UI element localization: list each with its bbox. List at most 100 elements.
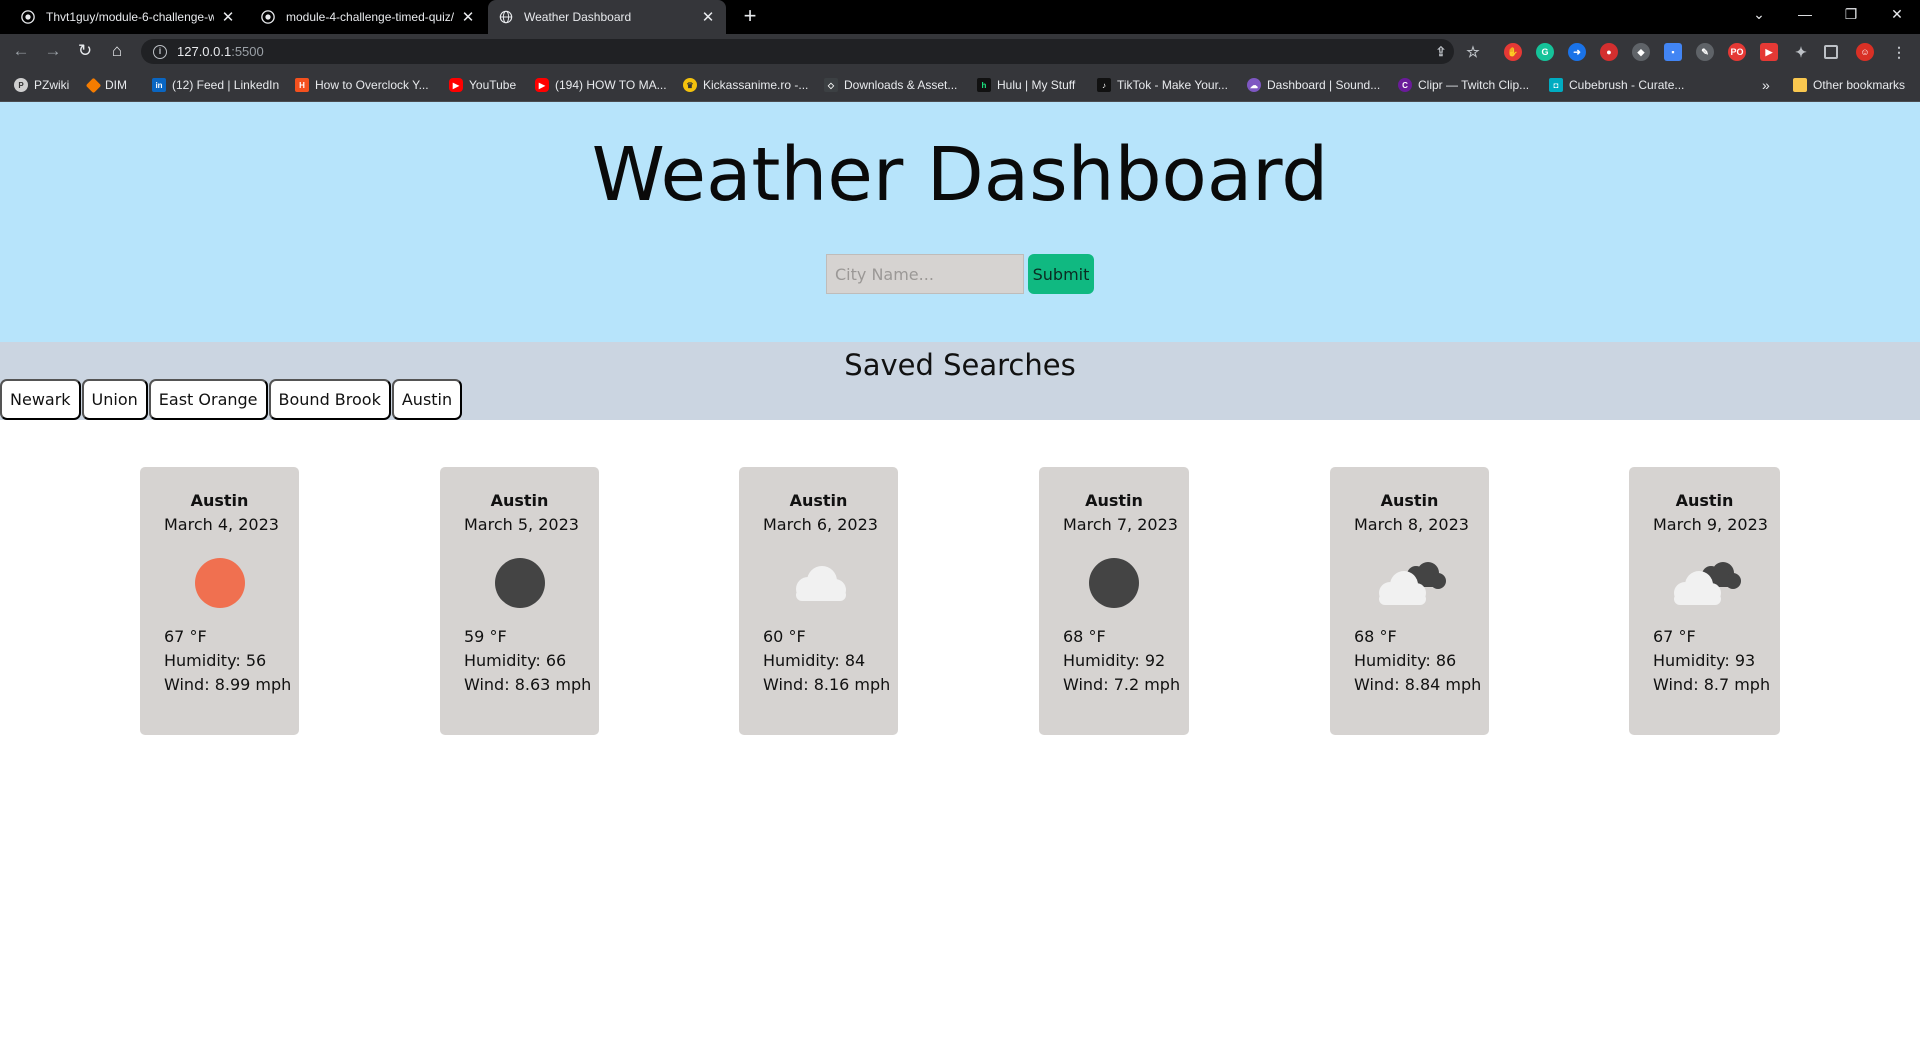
saved-search-button[interactable]: Austin [391,379,463,420]
back-button[interactable]: ← [9,39,33,63]
url-port: :5500 [231,44,264,59]
card-wind: Wind: 8.7 mph [1653,675,1771,694]
card-city: Austin [1675,491,1734,510]
close-icon[interactable]: ✕ [460,8,476,26]
bookmark-dim[interactable]: DIM [85,77,127,93]
profile-avatar[interactable]: ☺ [1856,43,1874,61]
bookmark-label: Clipr — Twitch Clip... [1418,78,1530,92]
site-icon: ◇ [824,78,838,92]
extension-icon[interactable]: ✎ [1696,43,1714,61]
bookmark-overclock[interactable]: H How to Overclock Y... [295,77,429,93]
bookmark-downloads-assets[interactable]: ◇ Downloads & Asset... [824,77,957,93]
bookmark-clipr[interactable]: C Clipr — Twitch Clip... [1398,77,1529,93]
bookmark-linkedin[interactable]: in (12) Feed | LinkedIn [152,77,279,93]
card-temp: 60 °F [763,627,806,646]
tab-title: Thvt1guy/module-6-challenge-w [46,10,214,24]
card-city: Austin [1085,491,1143,510]
tab-strip: Thvt1guy/module-6-challenge-w ✕ module-4… [0,0,1920,34]
bookmark-kickassanime[interactable]: ♛ Kickassanime.ro -... [683,77,808,93]
new-tab-button[interactable]: + [738,5,762,29]
saved-search-button[interactable]: Union [81,379,148,420]
card-temp: 67 °F [164,627,207,646]
site-icon: H [295,78,309,92]
card-temp: 68 °F [1063,627,1106,646]
bookmark-label: Kickassanime.ro -... [703,78,809,92]
extension-icon[interactable]: ▪ [1664,43,1682,61]
card-date: March 6, 2023 [763,515,878,534]
youtube-icon: ▶ [449,78,463,92]
cubebrush-icon: ◘ [1549,78,1563,92]
bookmark-cubebrush[interactable]: ◘ Cubebrush - Curate... [1549,77,1684,93]
bookmark-star-icon[interactable]: ☆ [1464,43,1482,61]
globe-icon [498,9,514,25]
bookmark-tiktok[interactable]: ♪ TikTok - Make Your... [1097,77,1228,93]
tab-weather-dashboard[interactable]: Weather Dashboard ✕ [488,0,726,34]
saved-searches-list: Newark Union East Orange Bound Brook Aus… [0,379,463,420]
extension-icon[interactable]: ● [1600,43,1618,61]
tab-title: module-4-challenge-timed-quiz/ [286,10,454,24]
saved-searches-section: Saved Searches Newark Union East Orange … [0,342,1920,420]
extension-icon[interactable]: PO [1728,43,1746,61]
saved-searches-title: Saved Searches [844,348,1076,382]
reload-button[interactable]: ↻ [73,39,97,63]
side-panel-icon[interactable] [1824,45,1838,59]
extension-icon[interactable]: ➜ [1568,43,1586,61]
card-city: Austin [1380,491,1439,510]
tab-module-4[interactable]: module-4-challenge-timed-quiz/ ✕ [250,0,486,34]
saved-search-button[interactable]: East Orange [148,379,268,420]
card-date: March 9, 2023 [1653,515,1768,534]
linkedin-icon: in [152,78,166,92]
site-info-icon[interactable]: i [153,44,167,59]
share-icon[interactable]: ⇪ [1432,43,1450,61]
adblock-extension-icon[interactable]: ✋ [1504,43,1522,61]
card-temp: 59 °F [464,627,507,646]
bookmark-youtube[interactable]: ▶ YouTube [449,77,516,93]
tab-module-6[interactable]: Thvt1guy/module-6-challenge-w ✕ [10,0,246,34]
card-wind: Wind: 8.16 mph [763,675,891,694]
bookmark-label: PZwiki [34,78,70,92]
extensions-puzzle-icon[interactable]: ✦ [1792,43,1810,61]
moon-icon [1063,539,1165,627]
grammarly-extension-icon[interactable]: G [1536,43,1554,61]
bookmark-soundcloud[interactable]: ☁ Dashboard | Sound... [1247,77,1380,93]
close-icon[interactable]: ✕ [220,8,236,26]
forecast-card: Austin March 6, 2023 60 °F Humidity: 84 … [739,467,898,735]
bookmark-youtube-howto[interactable]: ▶ (194) HOW TO MA... [535,77,667,93]
saved-search-button[interactable]: Bound Brook [268,379,391,420]
bookmark-label: TikTok - Make Your... [1117,78,1228,92]
forward-button[interactable]: → [41,39,65,63]
forecast-card: Austin March 8, 2023 68 °F Humidity: 86 … [1330,467,1489,735]
tiktok-icon: ♪ [1097,78,1111,92]
saved-search-button[interactable]: Newark [0,379,81,420]
address-bar[interactable]: i 127.0.0.1:5500 [141,39,1454,64]
home-button[interactable]: ⌂ [105,39,129,63]
extension-icon[interactable]: ◆ [1632,43,1650,61]
clipr-icon: C [1398,78,1412,92]
card-city: Austin [789,491,848,510]
tab-search-chevron-icon[interactable]: ⌄ [1736,0,1782,28]
bookmark-label: (194) HOW TO MA... [555,78,667,92]
bookmark-other-bookmarks[interactable]: Other bookmarks [1793,77,1905,93]
extension-icon[interactable]: ▶ [1760,43,1778,61]
submit-button[interactable]: Submit [1028,254,1094,294]
tab-title: Weather Dashboard [524,10,632,24]
folder-icon [1793,78,1807,92]
city-search-input[interactable] [826,254,1024,294]
page-content: Weather Dashboard Submit Saved Searches … [0,102,1920,1040]
minimize-button[interactable]: — [1782,0,1828,28]
bookmarks-bar: P PZwiki DIM in (12) Feed | LinkedIn H How … [0,68,1920,102]
bookmark-pzwiki[interactable]: P PZwiki [14,77,69,93]
bookmark-hulu[interactable]: h Hulu | My Stuff [977,77,1075,93]
menu-kebab-icon[interactable]: ⋮ [1890,43,1908,61]
cloud-icon [763,539,874,627]
card-wind: Wind: 8.63 mph [464,675,592,694]
close-window-button[interactable]: ✕ [1874,0,1920,28]
card-humidity: Humidity: 93 [1653,651,1756,670]
bookmarks-overflow-button[interactable]: » [1762,77,1770,93]
restore-button[interactable]: ❐ [1828,0,1874,28]
bookmark-label: How to Overclock Y... [315,78,429,92]
close-icon[interactable]: ✕ [700,8,716,26]
header-section: Weather Dashboard Submit [0,102,1920,342]
bookmark-label: Other bookmarks [1813,78,1906,92]
bookmark-label: Cubebrush - Curate... [1569,78,1685,92]
